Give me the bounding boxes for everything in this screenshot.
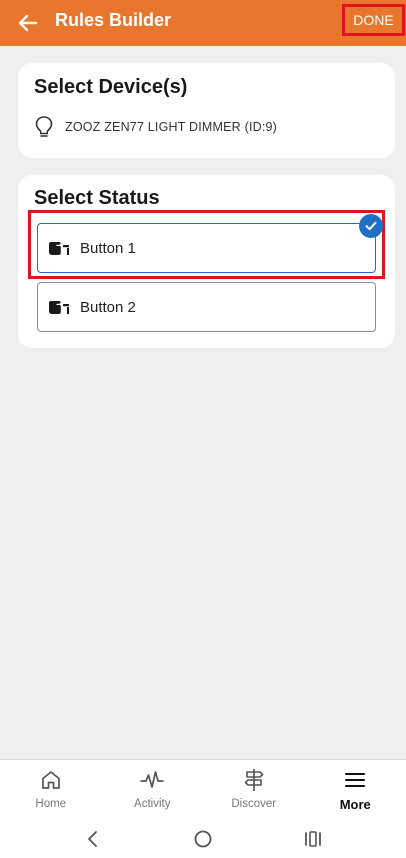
done-button[interactable]: DONE	[342, 4, 405, 36]
nav-item-activity[interactable]: Activity	[102, 760, 204, 819]
status-option-label: Button 1	[80, 239, 136, 257]
home-circle-icon	[194, 830, 212, 848]
lightbulb-icon	[35, 116, 53, 137]
nav-item-discover[interactable]: Discover	[203, 760, 305, 819]
recents-icon	[305, 831, 321, 847]
signpost-icon	[242, 768, 266, 792]
device-row[interactable]: ZOOZ ZEN77 LIGHT DIMMER (ID:9)	[34, 115, 277, 139]
hand-pointing-icon	[47, 297, 71, 317]
selected-check-icon	[359, 214, 383, 238]
system-recents-button[interactable]	[300, 827, 326, 851]
device-name: ZOOZ ZEN77 LIGHT DIMMER (ID:9)	[65, 120, 278, 134]
menu-icon	[343, 768, 367, 792]
activity-icon	[140, 768, 165, 792]
bottom-nav: Home Activity Discover More	[0, 759, 406, 819]
nav-label-activity: Activity	[134, 798, 171, 810]
home-icon	[39, 768, 63, 792]
device-card: Select Device(s) ZOOZ ZEN77 LIGHT DIMMER…	[18, 63, 395, 158]
status-option-button-1[interactable]: Button 1	[37, 223, 376, 273]
app-header: Rules Builder DONE	[0, 0, 406, 46]
status-option-button-2[interactable]: Button 2	[37, 282, 376, 332]
status-option-label: Button 2	[80, 298, 136, 316]
back-button[interactable]	[14, 9, 42, 37]
nav-label-more: More	[339, 797, 371, 812]
device-section-title: Select Device(s)	[34, 76, 188, 98]
hand-pointing-icon	[47, 238, 71, 258]
nav-item-home[interactable]: Home	[0, 760, 102, 819]
nav-item-more[interactable]: More	[305, 760, 406, 819]
system-home-button[interactable]	[190, 827, 216, 851]
nav-label-home: Home	[35, 798, 67, 810]
back-icon	[88, 831, 97, 847]
page-title: Rules Builder	[55, 10, 172, 30]
status-section-title: Select Status	[34, 187, 160, 209]
system-back-button[interactable]	[80, 827, 106, 851]
nav-label-discover: Discover	[231, 798, 277, 810]
arrow-left-icon	[18, 14, 38, 32]
system-nav-bar	[0, 819, 406, 858]
